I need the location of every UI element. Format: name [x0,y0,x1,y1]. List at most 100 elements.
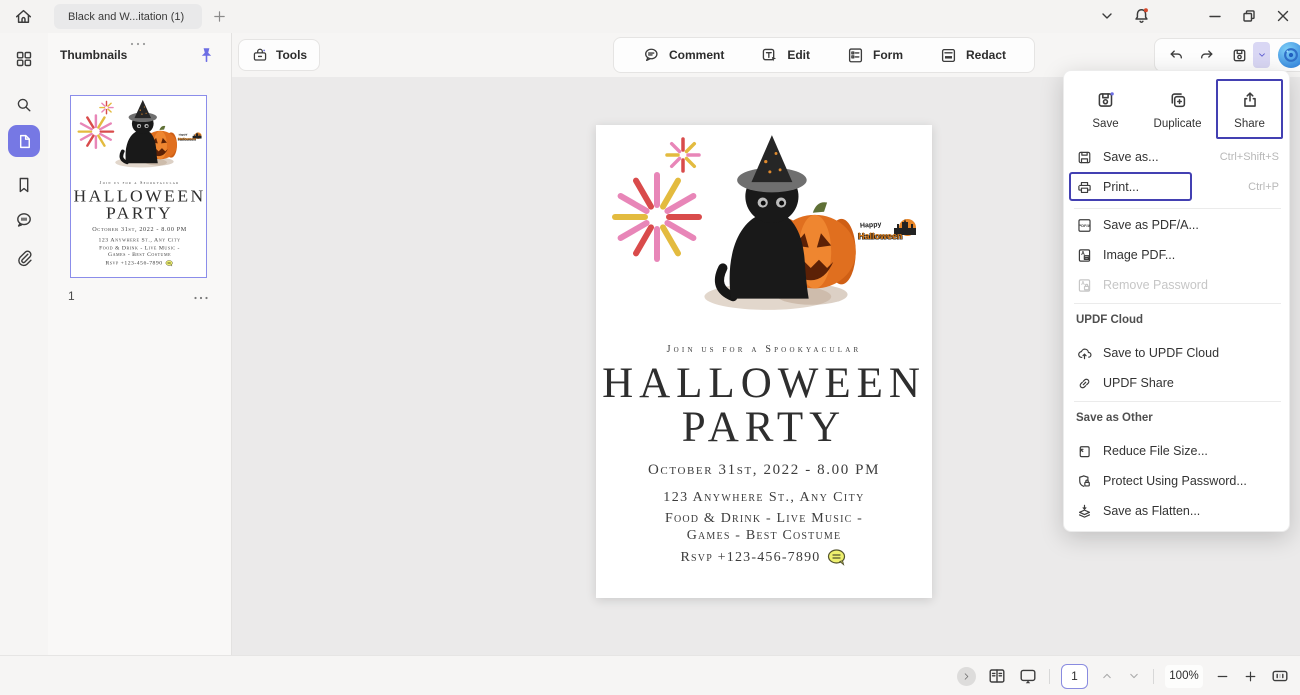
tab-title: Black and W...itation (1) [68,11,184,23]
chevron-down-icon [1097,6,1117,26]
menu-item-save-pdfa[interactable]: PDF/A Save as PDF/A... [1064,210,1291,240]
page-thumbnail-1[interactable]: Happy Halloween Join us for a Spookyacul… [70,95,207,278]
menu-item-reduce-file-size[interactable]: Reduce File Size... [1064,436,1291,466]
invite-kicker: Join us for a Spookyacular [71,181,207,185]
save-as-icon [1076,149,1093,166]
comment-list-icon [14,210,34,230]
titlebar-dropdown-button[interactable] [1097,6,1117,26]
menu-duplicate-label: Duplicate [1154,118,1202,130]
save-dropdown-button[interactable] [1253,42,1270,68]
tab-redact-label: Redact [966,48,1006,62]
document-tab[interactable]: Black and W...itation (1) [54,4,202,29]
pdfa-icon: PDF/A [1076,217,1093,234]
save-floppy-icon [1095,89,1117,111]
page-icon [15,132,34,151]
menu-share-label: Share [1234,118,1265,130]
invite-line2: Games - Best Costume [71,252,207,258]
invite-address: 123 Anywhere St., Any City [71,237,207,243]
expand-toolbar-button[interactable] [957,667,976,686]
close-button[interactable] [1273,6,1293,26]
menu-share-button[interactable]: Share [1216,79,1283,139]
updf-window: Black and W...itation (1) [0,0,1300,695]
redo-button[interactable] [1193,41,1221,69]
menu-save-button[interactable]: Save [1072,79,1139,139]
comment-annotation-icon[interactable] [827,549,848,566]
two-page-view-icon [987,666,1007,686]
undo-button[interactable] [1161,41,1189,69]
chevron-down-icon [1126,668,1142,684]
happy-halloween-sticker: Happy Halloween [858,217,922,251]
tab-edit[interactable]: Edit [746,41,824,69]
page-number-value: 1 [1071,669,1078,683]
bell-icon [1131,6,1152,27]
menu-item-image-pdf[interactable]: A Image PDF... [1064,240,1291,270]
remove-password-icon: A [1076,277,1093,294]
tab-redact[interactable]: Redact [925,41,1020,69]
page-number-input[interactable]: 1 [1061,664,1088,689]
two-page-view-button[interactable] [987,666,1007,686]
panel-grid-button[interactable] [12,47,36,71]
notifications-button[interactable] [1131,6,1152,27]
chevron-up-icon [1099,668,1115,684]
menu-item-label: Image PDF... [1103,248,1175,262]
restore-window-icon [1239,6,1259,26]
pin-panel-button[interactable] [196,45,216,70]
sidebar-item-thumbnails[interactable] [8,125,40,157]
menu-item-save-to-updf-cloud[interactable]: Save to UPDF Cloud [1064,338,1291,368]
invite-rsvp-row: Rsvp +123-456-7890 [71,260,207,267]
presentation-mode-button[interactable] [1018,666,1038,686]
chevron-right-icon [961,671,972,682]
account-avatar[interactable] [1278,42,1300,68]
new-tab-button[interactable] [211,8,228,25]
minimize-button[interactable] [1205,6,1225,26]
menu-item-updf-share[interactable]: UPDF Share [1064,368,1291,398]
grid-icon [14,49,34,69]
sidebar-item-search[interactable] [12,93,36,117]
duplicate-icon [1167,89,1189,111]
status-bar: 1 100% [0,655,1300,695]
menu-item-label: UPDF Share [1103,376,1174,390]
view-controls: 1 100% [957,656,1290,695]
sidebar-item-attachments[interactable] [12,246,36,270]
sidebar-item-bookmarks[interactable] [12,173,36,197]
sidebar-item-comments[interactable] [12,208,36,232]
menu-item-protect-password[interactable]: Protect Using Password... [1064,466,1291,496]
menu-item-label: Save to UPDF Cloud [1103,346,1219,360]
form-icon [846,46,865,65]
tab-form-label: Form [873,48,903,62]
menu-item-label: Save as PDF/A... [1103,218,1199,232]
thumbnail-options-button[interactable] [190,289,212,307]
document-page[interactable]: Happy Halloween Join us for a Spookyacul… [596,125,932,598]
cat-pumpkin-art [111,98,178,169]
previous-page-button[interactable] [1099,668,1115,684]
link-icon [1076,375,1093,392]
menu-item-save-as-flatten[interactable]: Save as Flatten... [1064,496,1291,526]
zoom-out-button[interactable] [1214,668,1231,685]
next-page-button[interactable] [1126,668,1142,684]
invite-kicker: Join us for a Spookyacular [596,344,932,355]
undo-icon [1166,46,1185,65]
menu-item-print[interactable]: Print... Ctrl+P [1064,172,1291,202]
save-button[interactable] [1225,41,1253,69]
tab-form[interactable]: Form [832,41,917,69]
home-button[interactable] [13,6,34,27]
quick-actions-row: Save Duplicate Share [1064,79,1291,141]
fit-width-icon [1270,666,1290,686]
menu-duplicate-button[interactable]: Duplicate [1144,79,1211,139]
cloud-upload-icon [1076,345,1093,362]
zoom-in-button[interactable] [1242,668,1259,685]
tools-button[interactable]: Tools [238,39,320,71]
menu-item-save-as[interactable]: Save as... Ctrl+Shift+S [1064,142,1291,172]
invite-rsvp: Rsvp +123-456-7890 [105,260,162,266]
plus-icon [1242,668,1259,685]
panel-drag-handle[interactable] [126,35,150,53]
invite-datetime: October 31st, 2022 - 8.00 PM [596,462,932,479]
tab-comment[interactable]: Comment [628,41,738,69]
menu-divider [1074,401,1281,402]
menu-item-label: Print... [1103,180,1139,194]
pin-icon [196,45,216,65]
zoom-level-button[interactable]: 100% [1165,665,1203,688]
save-floppy-icon [1230,46,1249,65]
fit-width-button[interactable] [1270,666,1290,686]
maximize-button[interactable] [1239,6,1259,26]
